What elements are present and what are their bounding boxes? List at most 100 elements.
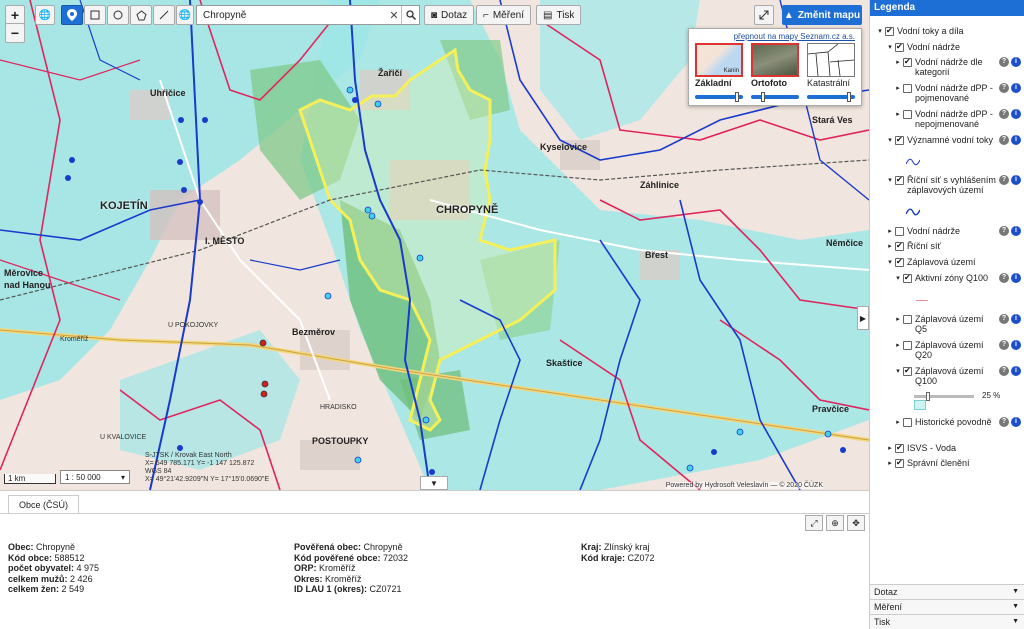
expand-info-panel-button[interactable]: ▼ bbox=[420, 476, 448, 490]
chevron-right-icon: ▶ bbox=[859, 313, 867, 323]
scale-select[interactable]: 1 : 50 000 ▾ bbox=[60, 470, 130, 484]
circle-tool-button[interactable] bbox=[107, 5, 129, 25]
print-label: Tisk bbox=[556, 9, 575, 21]
basemap-opacity-cadastral[interactable] bbox=[807, 92, 855, 102]
collapse-legend-button[interactable]: ▶ bbox=[857, 306, 869, 330]
legend-item-nadrze-dpp-poj[interactable]: ▸ Vodní nádrže dPP - pojmenované ? i bbox=[870, 83, 1024, 103]
point-tool-button[interactable] bbox=[61, 5, 83, 25]
legend-item-ricni-sit-zaplavova[interactable]: ▾ Říční síť s vyhlášením záplavových úze… bbox=[870, 175, 1024, 195]
print-button[interactable]: ▤ Tisk bbox=[536, 5, 582, 25]
basemap-option-cadastral[interactable]: Katastrální bbox=[807, 43, 857, 88]
legend-checkbox[interactable] bbox=[895, 241, 904, 251]
zoom-in-button[interactable]: + bbox=[5, 5, 25, 25]
info-icon: i bbox=[1011, 109, 1021, 119]
legend-item-vodni-nadrze-2[interactable]: ▸ Vodní nádrže ? i bbox=[870, 226, 1024, 236]
info-panel: Obce (ČSÚ) ⤢ ⊕ ✥ Obec: Chropyně Kód obce… bbox=[0, 490, 869, 629]
search-input[interactable]: Chropyně ✕ bbox=[196, 5, 420, 25]
legend-checkbox[interactable] bbox=[903, 418, 912, 427]
map-label-i-mesto: I. MĚSTO bbox=[205, 236, 245, 246]
legend-checkbox[interactable] bbox=[903, 341, 912, 350]
legend-checkbox[interactable] bbox=[903, 110, 912, 119]
clear-icon[interactable]: ✕ bbox=[387, 9, 401, 22]
expand-icon[interactable]: ⤢ bbox=[805, 515, 823, 531]
legend-checkbox[interactable] bbox=[885, 26, 894, 36]
legend-item-vodni-nadrze[interactable]: ▾ Vodní nádrže bbox=[870, 42, 1024, 52]
caret-right-icon: ▸ bbox=[888, 228, 892, 235]
basemap-option-basic[interactable]: Kanin Základní bbox=[695, 43, 745, 88]
change-map-button[interactable]: ▲ Změnit mapu bbox=[782, 5, 862, 25]
legend-checkbox[interactable] bbox=[903, 57, 912, 67]
legend-checkbox[interactable] bbox=[903, 315, 912, 324]
legend-checkbox[interactable] bbox=[903, 366, 912, 376]
river-symbol-icon bbox=[905, 208, 921, 218]
legend-item-zaplavova-q100[interactable]: ▾ Záplavová území Q100 ?i bbox=[870, 366, 1024, 386]
legend-item-aktivni-zony[interactable]: ▾ Aktivní zóny Q100 ?i bbox=[870, 273, 1024, 283]
search-icon[interactable] bbox=[401, 6, 419, 24]
map-label-hradisko: HRADISKO bbox=[320, 404, 357, 411]
legend-item-historicke-povodne[interactable]: ▸ Historické povodně ? i bbox=[870, 417, 1024, 427]
fullscreen-button[interactable] bbox=[754, 5, 774, 25]
legend-item-vodni-toky[interactable]: ▾ Vodní toky a díla bbox=[870, 26, 1024, 36]
caret-down-icon: ▾ bbox=[888, 137, 892, 144]
caret-down-icon: ▾ bbox=[888, 44, 892, 51]
query-button[interactable]: ◙ Dotaz bbox=[424, 5, 475, 25]
ruler-icon: ⌐ bbox=[483, 9, 489, 21]
pan-to-icon[interactable]: ✥ bbox=[847, 515, 865, 531]
polygon-tool-button[interactable] bbox=[130, 5, 152, 25]
map-canvas[interactable]: KOJETÍN CHROPYNĚ Žařičí Uhřičice Kyselov… bbox=[0, 0, 869, 490]
legend-checkbox[interactable] bbox=[895, 175, 904, 185]
caret-down-icon: ▾ bbox=[878, 28, 882, 35]
help-icon: ? bbox=[999, 83, 1009, 93]
triangle-up-icon: ▲ bbox=[783, 9, 794, 21]
basemap-thumb-cadastral bbox=[807, 43, 855, 77]
caret-down-icon: ▼ bbox=[1012, 618, 1019, 625]
legend-checkbox[interactable] bbox=[895, 443, 904, 453]
flood-area-swatch-icon bbox=[914, 400, 926, 410]
caret-down-icon: ▾ bbox=[896, 368, 900, 375]
legend-item-zaplavova-q20[interactable]: ▸ Záplavová území Q20 ? i bbox=[870, 340, 1024, 360]
map-label-chropyne: CHROPYNĚ bbox=[436, 204, 499, 216]
legend-item-vyznamne-toky[interactable]: ▾ Významné vodní toky ?i bbox=[870, 135, 1024, 145]
help-icon: ? bbox=[999, 57, 1009, 67]
legend-item-ricni-sit[interactable]: ▸ Říční síť bbox=[870, 241, 1024, 251]
info-icon: i bbox=[1011, 175, 1021, 185]
basemap-thumb-basic: Kanin bbox=[695, 43, 743, 77]
map-label-pravcice: Pravčice bbox=[812, 404, 850, 414]
zoom-to-icon[interactable]: ⊕ bbox=[826, 515, 844, 531]
legend-checkbox[interactable] bbox=[903, 84, 912, 93]
legend-panel: Legenda ▾ Vodní toky a díla ▾ Vodní nádr… bbox=[869, 0, 1024, 629]
caret-right-icon: ▸ bbox=[896, 419, 900, 426]
info-tab-obce[interactable]: Obce (ČSÚ) bbox=[8, 495, 80, 514]
legend-checkbox[interactable] bbox=[895, 458, 904, 468]
line-tool-button[interactable] bbox=[153, 5, 175, 25]
caret-right-icon: ▸ bbox=[888, 460, 892, 467]
globe-button[interactable]: 🌐 bbox=[35, 5, 55, 25]
q100-opacity-slider[interactable] bbox=[914, 392, 974, 401]
measure-button[interactable]: ⌐ Měření bbox=[476, 5, 531, 25]
legend-item-zaplavova-q5[interactable]: ▸ Záplavová území Q5 ? i bbox=[870, 314, 1024, 334]
info-column-region: Kraj: Zlínský kraj Kód kraje: CZ072 bbox=[581, 542, 655, 563]
legend-footer-print[interactable]: Tisk ▼ bbox=[870, 614, 1024, 629]
legend-footer-measure[interactable]: Měření ▼ bbox=[870, 599, 1024, 614]
legend-checkbox[interactable] bbox=[895, 135, 904, 145]
zoom-out-button[interactable]: − bbox=[5, 23, 25, 43]
legend-item-zaplavova-uzemi[interactable]: ▾ Záplavová území bbox=[870, 257, 1024, 267]
legend-footer-query[interactable]: Dotaz ▼ bbox=[870, 584, 1024, 599]
legend-checkbox[interactable] bbox=[895, 227, 904, 236]
map-label-skastice: Skaštice bbox=[546, 358, 583, 368]
legend-checkbox[interactable] bbox=[895, 257, 904, 267]
basemap-option-ortho[interactable]: Ortofoto bbox=[751, 43, 801, 88]
rectangle-tool-button[interactable] bbox=[84, 5, 106, 25]
help-icon: ? bbox=[999, 340, 1009, 350]
basemap-opacity-basic[interactable] bbox=[695, 92, 743, 102]
basemap-opacity-ortho[interactable] bbox=[751, 92, 799, 102]
legend-item-isvs-voda[interactable]: ▸ ISVS - Voda bbox=[870, 443, 1024, 453]
legend-item-spravni-cleneni[interactable]: ▸ Správní členění bbox=[870, 458, 1024, 468]
legend-checkbox[interactable] bbox=[895, 42, 904, 52]
legend-item-nadrze-dpp-nepoj[interactable]: ▸ Vodní nádrže dPP - nepojmenované ? i bbox=[870, 109, 1024, 129]
switch-seznam-link[interactable]: přepnout na mapy Seznam.cz a.s. bbox=[734, 32, 855, 41]
map-label-zarici: Žařičí bbox=[378, 68, 403, 78]
layers-globe-button[interactable]: 🌐 bbox=[176, 5, 194, 25]
legend-item-nadrze-kategorie[interactable]: ▸ Vodní nádrže dle kategorií ?i bbox=[870, 57, 1024, 77]
legend-checkbox[interactable] bbox=[903, 273, 912, 283]
